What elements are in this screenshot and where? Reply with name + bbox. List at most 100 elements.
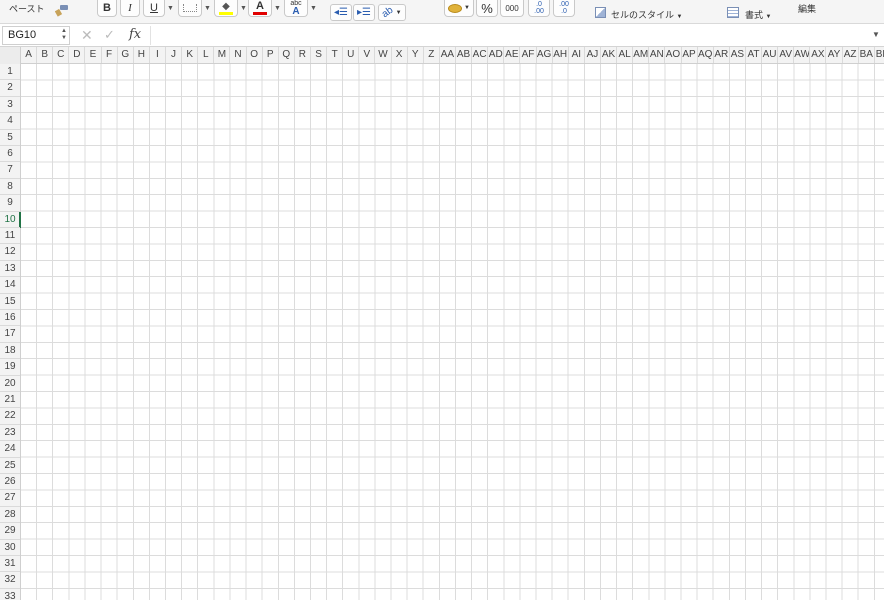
cancel-icon[interactable]: ✕: [81, 27, 93, 44]
cell-area[interactable]: [21, 64, 884, 600]
row-header-10[interactable]: 10: [0, 212, 20, 228]
format-painter-icon[interactable]: [54, 5, 69, 17]
enter-check-icon[interactable]: ✓: [104, 27, 115, 43]
column-header-ap[interactable]: AP: [682, 47, 698, 63]
cell-styles-button[interactable]: セルのスタイル ▼: [611, 8, 682, 21]
column-header-aa[interactable]: AA: [440, 47, 456, 63]
column-header-ah[interactable]: AH: [553, 47, 569, 63]
row-header-6[interactable]: 6: [0, 146, 20, 163]
row-header-26[interactable]: 26: [0, 474, 20, 491]
decrease-indent-button[interactable]: ◂☰: [330, 4, 352, 21]
column-header-an[interactable]: AN: [649, 47, 666, 63]
column-header-ay[interactable]: AY: [827, 47, 843, 63]
column-header-v[interactable]: V: [359, 47, 376, 63]
row-header-7[interactable]: 7: [0, 162, 20, 179]
column-header-o[interactable]: O: [247, 47, 263, 63]
format-button[interactable]: 書式 ▼: [745, 8, 771, 21]
column-header-ae[interactable]: AE: [504, 47, 521, 63]
borders-dropdown-icon[interactable]: ▼: [204, 0, 211, 17]
phonetic-dropdown-icon[interactable]: ▼: [310, 0, 317, 17]
column-header-aw[interactable]: AW: [794, 47, 811, 63]
row-header-18[interactable]: 18: [0, 343, 20, 360]
column-header-ak[interactable]: AK: [601, 47, 618, 63]
column-header-af[interactable]: AF: [520, 47, 537, 63]
formula-input[interactable]: [150, 26, 870, 45]
column-header-ab[interactable]: AB: [456, 47, 473, 63]
row-header-12[interactable]: 12: [0, 244, 20, 261]
column-header-ax[interactable]: AX: [810, 47, 827, 63]
column-header-r[interactable]: R: [295, 47, 311, 63]
row-header-29[interactable]: 29: [0, 523, 20, 540]
row-header-31[interactable]: 31: [0, 556, 20, 573]
borders-button[interactable]: [178, 0, 202, 17]
row-header-23[interactable]: 23: [0, 425, 20, 442]
insert-function-icon[interactable]: fx: [129, 27, 141, 42]
increase-indent-button[interactable]: ▸☰: [353, 4, 375, 21]
row-header-4[interactable]: 4: [0, 113, 20, 130]
column-header-l[interactable]: L: [198, 47, 215, 63]
column-header-ad[interactable]: AD: [488, 47, 505, 63]
row-header-3[interactable]: 3: [0, 97, 20, 114]
row-header-22[interactable]: 22: [0, 408, 20, 425]
column-header-k[interactable]: K: [182, 47, 199, 63]
column-header-ac[interactable]: AC: [472, 47, 489, 63]
column-header-av[interactable]: AV: [778, 47, 795, 63]
percent-button[interactable]: %: [476, 0, 498, 17]
column-header-e[interactable]: E: [85, 47, 102, 63]
row-header-19[interactable]: 19: [0, 359, 20, 376]
row-header-16[interactable]: 16: [0, 310, 20, 327]
column-header-m[interactable]: M: [214, 47, 231, 63]
row-header-32[interactable]: 32: [0, 572, 20, 589]
column-header-al[interactable]: AL: [617, 47, 634, 63]
column-header-y[interactable]: Y: [408, 47, 424, 63]
row-header-30[interactable]: 30: [0, 540, 20, 556]
row-header-13[interactable]: 13: [0, 261, 20, 278]
column-header-bb[interactable]: BB: [875, 47, 884, 63]
phonetic-button[interactable]: abc A: [284, 0, 308, 17]
row-header-24[interactable]: 24: [0, 441, 20, 458]
select-all-button[interactable]: [0, 47, 21, 64]
column-header-as[interactable]: AS: [730, 47, 746, 63]
edit-button[interactable]: 編集: [798, 2, 816, 15]
column-header-ao[interactable]: AO: [665, 47, 682, 63]
column-header-a[interactable]: A: [21, 47, 38, 63]
fill-color-dropdown-icon[interactable]: ▼: [240, 0, 247, 17]
column-header-ag[interactable]: AG: [537, 47, 553, 63]
comma-style-button[interactable]: 000: [500, 0, 524, 17]
column-header-n[interactable]: N: [230, 47, 247, 63]
font-color-dropdown-icon[interactable]: ▼: [274, 0, 281, 17]
row-header-20[interactable]: 20: [0, 376, 20, 392]
row-header-11[interactable]: 11: [0, 228, 20, 245]
formula-expand-icon[interactable]: ▼: [872, 30, 880, 39]
column-header-f[interactable]: F: [102, 47, 118, 63]
row-header-9[interactable]: 9: [0, 195, 20, 212]
column-header-t[interactable]: T: [327, 47, 344, 63]
column-header-x[interactable]: X: [392, 47, 408, 63]
column-header-w[interactable]: W: [375, 47, 392, 63]
italic-button[interactable]: I: [120, 0, 140, 17]
underline-dropdown-icon[interactable]: ▼: [167, 0, 174, 17]
orientation-button[interactable]: ab ▼: [378, 4, 406, 21]
column-header-at[interactable]: AT: [746, 47, 763, 63]
row-header-1[interactable]: 1: [0, 64, 20, 81]
column-header-g[interactable]: G: [118, 47, 134, 63]
column-header-ai[interactable]: AI: [569, 47, 585, 63]
decrease-decimal-button[interactable]: .00 .0: [553, 0, 575, 17]
row-header-5[interactable]: 5: [0, 130, 20, 146]
font-color-button[interactable]: A: [248, 0, 272, 17]
row-header-2[interactable]: 2: [0, 80, 20, 97]
row-header-33[interactable]: 33: [0, 589, 20, 600]
row-header-21[interactable]: 21: [0, 392, 20, 409]
column-header-ba[interactable]: BA: [859, 47, 875, 63]
column-header-u[interactable]: U: [343, 47, 360, 63]
row-header-27[interactable]: 27: [0, 490, 20, 507]
column-header-b[interactable]: B: [37, 47, 54, 63]
name-box-stepper-icon[interactable]: ▲ ▼: [61, 28, 67, 42]
column-header-aq[interactable]: AQ: [698, 47, 714, 63]
column-header-am[interactable]: AM: [633, 47, 650, 63]
row-header-17[interactable]: 17: [0, 326, 20, 343]
row-header-15[interactable]: 15: [0, 294, 20, 310]
bold-button[interactable]: B: [97, 0, 117, 17]
column-header-h[interactable]: H: [134, 47, 150, 63]
column-header-i[interactable]: I: [150, 47, 166, 63]
